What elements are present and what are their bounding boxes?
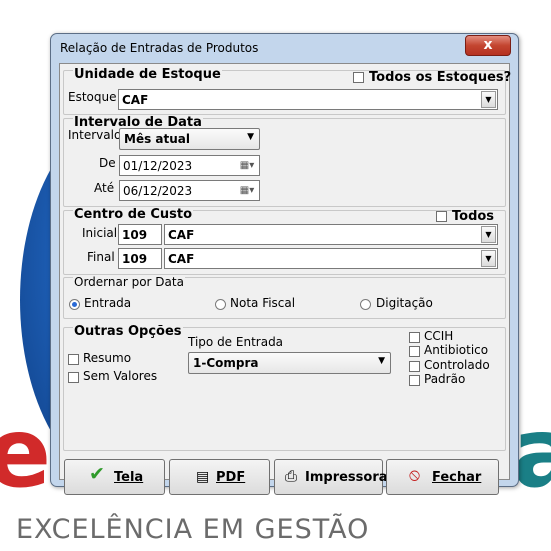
fechar-label: Fechar — [432, 470, 482, 485]
sem-valores-checkbox[interactable] — [68, 372, 79, 383]
tela-button[interactable]: ✔ Tela — [64, 459, 165, 495]
date-to-field[interactable]: 06/12/2023 ▦▾ — [119, 180, 260, 201]
background-letter-e: e — [0, 397, 52, 509]
todos-estoques-checkbox[interactable] — [353, 72, 364, 83]
radio-nota-fiscal-label: Nota Fiscal — [230, 296, 296, 310]
pdf-icon: ▤ — [196, 469, 210, 485]
chevron-down-icon[interactable]: ▼ — [481, 91, 496, 108]
intervalo-select[interactable]: Mês atual ▼ — [119, 128, 260, 150]
date-to-value: 06/12/2023 — [123, 184, 193, 198]
ate-label: Até — [94, 181, 115, 195]
resumo-label: Resumo — [83, 351, 132, 365]
todos-estoques-label: Todos os Estoques? — [369, 70, 512, 85]
background-tagline: EXCELÊNCIA EM GESTÃO — [16, 514, 370, 545]
estoque-select[interactable]: CAF ▼ — [118, 89, 498, 110]
pdf-button[interactable]: ▤ PDF — [169, 459, 270, 495]
antibiotico-checkbox[interactable] — [409, 346, 420, 357]
inicial-code-value: 109 — [122, 228, 148, 242]
close-button[interactable]: x — [465, 35, 511, 56]
check-icon: ✔ — [89, 463, 105, 485]
estoque-value: CAF — [122, 93, 149, 107]
tipo-entrada-label: Tipo de Entrada — [188, 335, 284, 349]
tipo-entrada-value: 1-Compra — [193, 356, 259, 370]
controlado-label: Controlado — [424, 358, 490, 372]
stop-icon: ⦸ — [409, 465, 421, 485]
group-centro-custo: Centro de Custo Todos Inicial 109 CAF ▼ … — [63, 207, 506, 275]
padrao-checkbox[interactable] — [409, 375, 420, 386]
final-code-value: 109 — [122, 252, 148, 266]
dialog-window: Relação de Entradas de Produtos x Unidad… — [50, 33, 519, 495]
final-code-field[interactable]: 109 — [118, 248, 162, 269]
impressora-label: Impressora — [305, 470, 388, 485]
tela-label: Tela — [114, 470, 144, 485]
todos-centro-label: Todos — [452, 209, 495, 224]
calendar-icon[interactable]: ▦▾ — [237, 183, 257, 198]
sem-valores-label: Sem Valores — [83, 369, 158, 383]
padrao-label: Padrão — [424, 372, 466, 386]
radio-entrada-label: Entrada — [84, 296, 132, 310]
intervalo-value: Mês atual — [124, 132, 190, 146]
group-intervalo-data: Intervalo de Data Intervalo Mês atual ▼ … — [63, 116, 506, 207]
legend-ordenar-data: Ordernar por Data — [73, 275, 185, 289]
legend-outras-opcoes: Outras Opções — [73, 324, 183, 339]
tipo-entrada-select[interactable]: 1-Compra ▼ — [188, 352, 391, 374]
dialog-content: Unidade de Estoque Todos os Estoques? Es… — [59, 63, 511, 495]
ccih-label: CCIH — [424, 329, 454, 343]
resumo-checkbox[interactable] — [68, 354, 79, 365]
chevron-down-icon[interactable]: ▼ — [481, 226, 496, 243]
final-name-value: CAF — [168, 252, 195, 266]
date-from-field[interactable]: 01/12/2023 ▦▾ — [119, 155, 260, 176]
final-label: Final — [87, 250, 115, 264]
inicial-code-field[interactable]: 109 — [118, 224, 162, 245]
de-label: De — [99, 156, 116, 170]
controlado-checkbox[interactable] — [409, 361, 420, 372]
antibiotico-label: Antibiotico — [424, 343, 489, 357]
estoque-label: Estoque — [68, 90, 117, 104]
date-from-value: 01/12/2023 — [123, 159, 193, 173]
chevron-down-icon: ▼ — [378, 356, 385, 366]
radio-digitacao[interactable] — [360, 299, 371, 310]
legend-unidade-estoque: Unidade de Estoque — [73, 67, 222, 82]
group-outras-opcoes: Outras Opções Resumo Sem Valores Tipo de… — [63, 324, 506, 451]
radio-entrada[interactable] — [69, 299, 80, 310]
ccih-checkbox[interactable] — [409, 332, 420, 343]
inicial-name-value: CAF — [168, 228, 195, 242]
window-title: Relação de Entradas de Produtos — [60, 41, 259, 55]
chevron-down-icon[interactable]: ▼ — [481, 250, 496, 267]
impressora-button[interactable]: ⎙ Impressora — [274, 459, 388, 495]
pdf-label: PDF — [216, 470, 246, 485]
fechar-button[interactable]: ⦸ Fechar — [386, 459, 499, 495]
group-unidade-estoque: Unidade de Estoque Todos os Estoques? Es… — [63, 67, 511, 115]
printer-icon: ⎙ — [285, 467, 298, 485]
inicial-name-select[interactable]: CAF ▼ — [164, 224, 498, 245]
group-ordenar-data: Ordernar por Data Entrada Nota Fiscal Di… — [63, 275, 506, 319]
legend-centro-custo: Centro de Custo — [73, 207, 194, 222]
final-name-select[interactable]: CAF ▼ — [164, 248, 498, 269]
radio-nota-fiscal[interactable] — [215, 299, 226, 310]
chevron-down-icon: ▼ — [247, 132, 254, 142]
calendar-icon[interactable]: ▦▾ — [237, 158, 257, 173]
title-bar: Relação de Entradas de Produtos x — [51, 34, 518, 60]
intervalo-label: Intervalo — [68, 128, 122, 142]
todos-centro-checkbox[interactable] — [436, 211, 447, 222]
radio-digitacao-label: Digitação — [376, 296, 433, 310]
inicial-label: Inicial — [82, 226, 118, 240]
